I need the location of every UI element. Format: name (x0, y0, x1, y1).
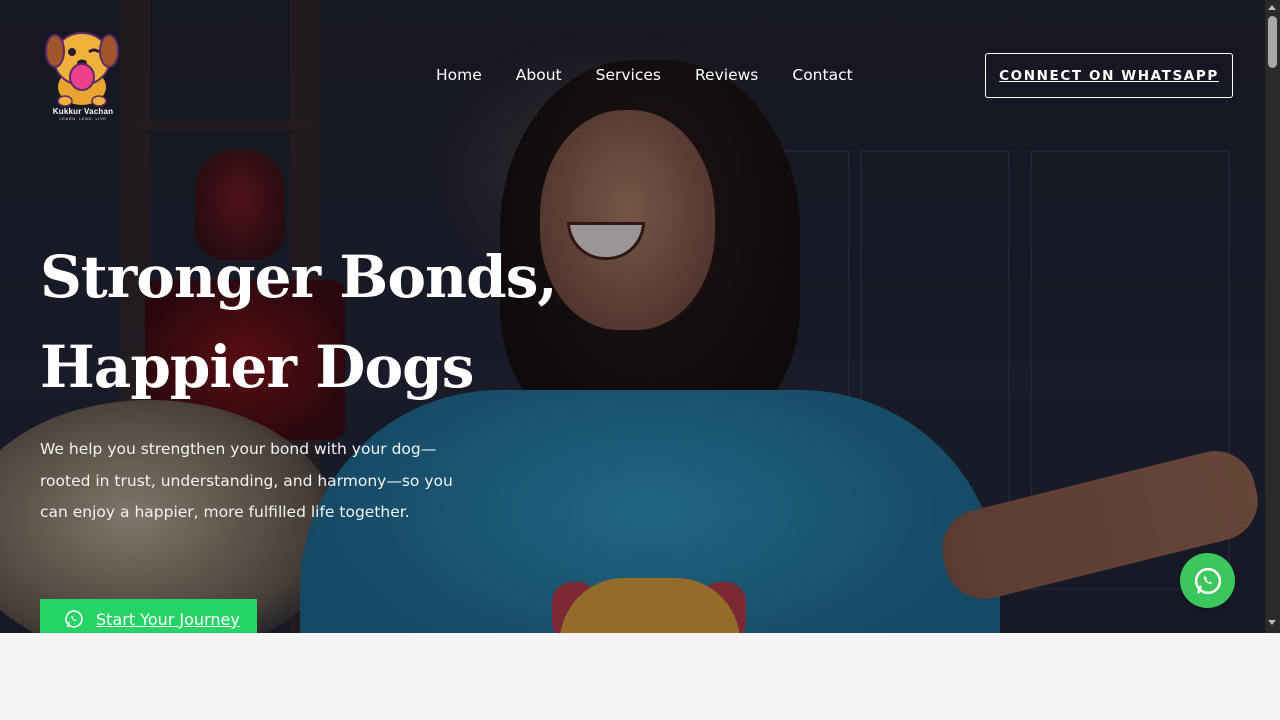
connect-whatsapp-button[interactable]: CONNECT ON WHATSAPP (985, 53, 1233, 98)
whatsapp-icon (65, 610, 83, 628)
nav-contact[interactable]: Contact (792, 64, 852, 86)
start-journey-label: Start Your Journey (96, 609, 240, 629)
headline-line-1: Stronger Bonds, (40, 243, 558, 311)
nav-reviews[interactable]: Reviews (695, 64, 758, 86)
brand-logo[interactable] (45, 25, 120, 120)
scroll-thumb[interactable] (1268, 16, 1277, 68)
scroll-up-arrow-icon[interactable] (1268, 5, 1276, 10)
scroll-down-arrow-icon[interactable] (1268, 620, 1276, 625)
whatsapp-icon (1194, 567, 1221, 594)
nav-about[interactable]: About (516, 64, 562, 86)
hero-section: Kukkur Vachan LEARN. LEAD. LIVE Home Abo… (0, 0, 1265, 633)
headline-line-2: Happier Dogs (40, 333, 474, 401)
brand-name: Kukkur Vachan (52, 107, 114, 116)
nav-services[interactable]: Services (596, 64, 661, 86)
brand-tagline: LEARN. LEAD. LIVE (59, 116, 107, 121)
scrollbar[interactable] (1265, 0, 1280, 633)
dog-logo-icon (45, 32, 119, 107)
hero-subtext: We help you strengthen your bond with yo… (40, 440, 453, 521)
hero-headline: Stronger Bonds, Happier Dogs (40, 232, 660, 412)
next-section (0, 633, 1280, 720)
nav-home[interactable]: Home (436, 64, 482, 86)
floating-whatsapp-button[interactable] (1180, 553, 1235, 608)
start-journey-button[interactable]: Start Your Journey (40, 599, 257, 633)
main-nav: Home About Services Reviews Contact (436, 64, 887, 86)
